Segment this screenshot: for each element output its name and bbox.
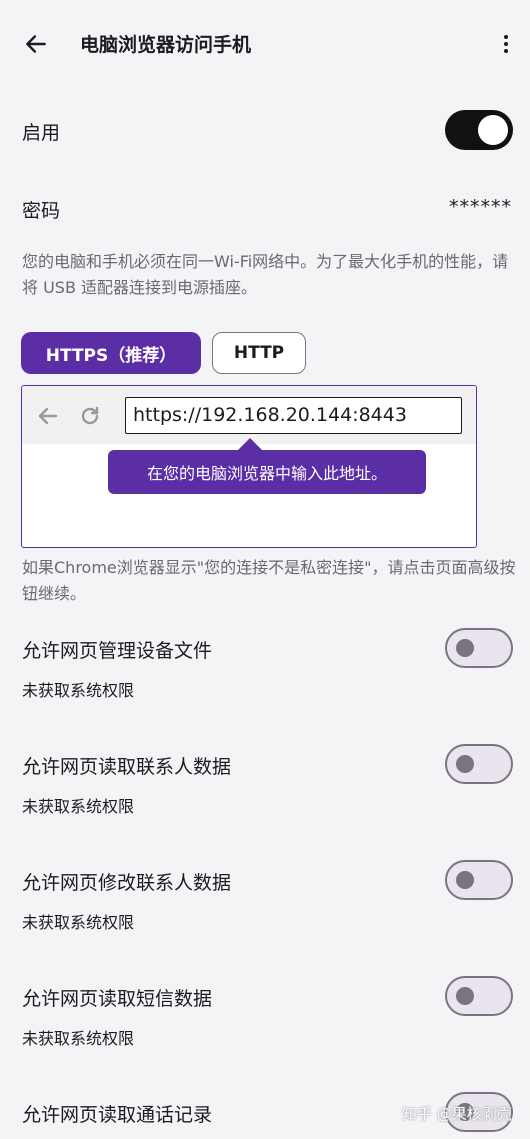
tab-http[interactable]: HTTP — [212, 332, 306, 374]
password-value[interactable]: ****** — [449, 196, 512, 218]
page-title: 电脑浏览器访问手机 — [80, 34, 252, 56]
browser-reload-icon — [81, 406, 99, 425]
permission-switch-read-contacts[interactable] — [445, 744, 513, 784]
enable-label: 启用 — [22, 122, 61, 144]
arrow-left-icon — [26, 35, 46, 53]
url-tooltip: 在您的电脑浏览器中输入此地址。 — [108, 450, 426, 494]
browser-toolbar: https://192.168.20.144:8443 — [22, 386, 476, 444]
tooltip-arrow — [238, 438, 262, 450]
app-bar: 电脑浏览器访问手机 — [0, 0, 530, 88]
permission-status: 未获取系统权限 — [22, 681, 135, 700]
browser-back-icon — [38, 407, 58, 425]
chrome-hint: 如果Chrome浏览器显示"您的连接不是私密连接"，请点击页面高级按钮继续。 — [22, 558, 516, 603]
permission-switch-sms[interactable] — [445, 976, 513, 1016]
permission-title: 允许网页管理设备文件 — [22, 640, 213, 662]
permission-title: 允许网页修改联系人数据 — [22, 872, 232, 894]
more-options-button[interactable] — [486, 24, 526, 64]
switch-knob — [456, 987, 474, 1005]
switch-knob — [456, 871, 474, 889]
permission-switch-modify-contacts[interactable] — [445, 860, 513, 900]
url-address-field[interactable]: https://192.168.20.144:8443 — [125, 397, 462, 434]
permission-title: 允许网页读取联系人数据 — [22, 756, 232, 778]
tab-https[interactable]: HTTPS（推荐） — [21, 332, 201, 374]
permission-status: 未获取系统权限 — [22, 913, 135, 932]
enable-switch[interactable] — [445, 110, 513, 150]
permission-status: 未获取系统权限 — [22, 1029, 135, 1048]
switch-knob — [456, 755, 474, 773]
watermark: 知乎 @果核剥壳 — [402, 1105, 512, 1123]
more-vert-icon — [504, 35, 508, 53]
permission-status: 未获取系统权限 — [22, 797, 135, 816]
password-label: 密码 — [22, 200, 61, 222]
network-hint: 您的电脑和手机必须在同一Wi-Fi网络中。为了最大化手机的性能，请将 USB 适… — [22, 252, 509, 297]
back-button[interactable] — [14, 24, 58, 64]
permission-title: 允许网页读取短信数据 — [22, 988, 213, 1010]
switch-knob — [456, 639, 474, 657]
permission-title: 允许网页读取通话记录 — [22, 1104, 213, 1126]
switch-knob — [478, 115, 508, 145]
permission-switch-files[interactable] — [445, 628, 513, 668]
